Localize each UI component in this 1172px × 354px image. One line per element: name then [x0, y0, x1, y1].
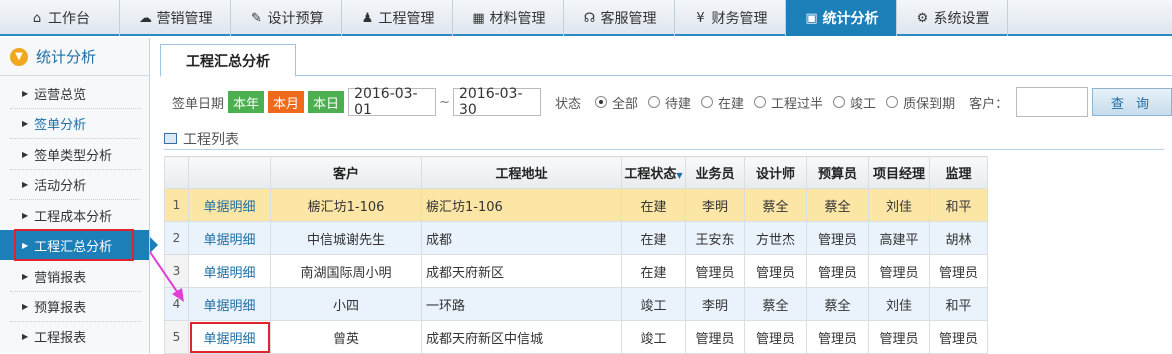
col-header-customer: 客户: [270, 156, 422, 189]
nav-finance[interactable]: ¥ 财务管理: [675, 0, 786, 36]
detail-link[interactable]: 单据明细: [188, 287, 271, 321]
tab-project-summary[interactable]: 工程汇总分析: [160, 44, 296, 77]
users-icon: ♟: [361, 10, 374, 26]
col-header-index: [164, 156, 189, 189]
status-label: 状态: [554, 96, 581, 112]
caret-right-icon: ▶: [22, 210, 29, 220]
detail-link[interactable]: 单据明细: [188, 221, 271, 255]
sidebar-item-project-report[interactable]: ▶ 工程报表: [0, 321, 149, 351]
nav-service[interactable]: ☊ 客服管理: [564, 0, 675, 36]
headset-icon: ☊: [583, 10, 596, 26]
gear-icon: ⚙: [916, 10, 929, 26]
col-header-action: [188, 156, 271, 189]
status-radio-completed[interactable]: [833, 96, 846, 108]
sidebar-item-marketing-report[interactable]: ▶ 营销报表: [0, 261, 149, 291]
col-header-salesman: 业务员: [685, 156, 745, 189]
status-radio-building[interactable]: [701, 96, 714, 108]
nav-material[interactable]: ▦ 材料管理: [453, 0, 564, 36]
annotation-arrow-icon: [149, 251, 184, 302]
status-radio-all[interactable]: [594, 96, 607, 108]
caret-right-icon: ▶: [22, 149, 29, 159]
nav-project[interactable]: ♟ 工程管理: [342, 0, 453, 36]
caret-right-icon: ▶: [22, 118, 29, 128]
sidebar-item-cost[interactable]: ▶ 工程成本分析: [0, 200, 149, 230]
grid-icon: ▦: [472, 10, 485, 26]
sidebar-item-activity[interactable]: ▶ 活动分析: [0, 169, 149, 199]
this-year-button[interactable]: 本年: [228, 91, 265, 113]
caret-right-icon: ▶: [22, 88, 29, 98]
table-row[interactable]: 1 单据明细 椖汇坊1-106 椖汇坊1-106 在建 李明 蔡全 蔡全 刘佳 …: [164, 188, 988, 222]
sidebar-item-overview[interactable]: ▶ 运营总览: [0, 78, 149, 108]
sort-down-icon: ▼: [676, 171, 683, 180]
detail-link[interactable]: 单据明细: [188, 188, 271, 222]
status-radio-half[interactable]: [754, 96, 767, 108]
caret-right-icon: ▶: [22, 331, 29, 341]
col-header-supervisor: 监理: [929, 156, 988, 189]
caret-right-icon: ▶: [22, 301, 29, 311]
nav-design-budget[interactable]: ✎ 设计预算: [231, 0, 342, 36]
section-header: 工程列表: [164, 128, 1164, 150]
table-row[interactable]: 2 单据明细 中信城谢先生 成都 在建 王安东 方世杰 管理员 高建平 胡林: [164, 221, 988, 255]
sign-date-label: 签单日期: [172, 96, 225, 112]
date-from-input[interactable]: 2016-03-01: [348, 86, 437, 118]
today-button[interactable]: 本日: [308, 91, 345, 113]
nav-statistics[interactable]: ▣ 统计分析: [786, 0, 897, 36]
detail-link[interactable]: 单据明细: [188, 254, 271, 288]
yen-icon: ¥: [696, 10, 705, 26]
chevron-down-icon: ▼: [10, 47, 28, 66]
highlight-box-sidebar: [14, 229, 134, 261]
table-header-row: 客户 工程地址 工程状态▼ 业务员 设计师 预算员 项目经理 监理: [164, 156, 988, 189]
query-button[interactable]: 查 询: [1092, 88, 1172, 116]
status-radio-warranty[interactable]: [886, 96, 899, 108]
nav-workbench[interactable]: ⌂ 工作台: [0, 0, 120, 36]
project-table: 客户 工程地址 工程状态▼ 业务员 设计师 预算员 项目经理 监理 1 单据明细…: [164, 156, 988, 354]
filter-bar: 签单日期 本年 本月 本日 2016-03-01 ~ 2016-03-30 状态…: [172, 86, 1089, 118]
chat-icon: ☁: [139, 10, 152, 26]
home-icon: ⌂: [32, 10, 42, 26]
status-radio-pending[interactable]: [648, 96, 660, 108]
sidebar-item-sign-type[interactable]: ▶ 签单类型分析: [0, 139, 149, 169]
this-month-button[interactable]: 本月: [268, 91, 305, 113]
col-header-status[interactable]: 工程状态▼: [621, 156, 686, 189]
table-row[interactable]: 3 单据明细 南湖国际周小明 成都天府新区 在建 管理员 管理员 管理员 管理员…: [164, 254, 988, 288]
customer-label: 客户：: [969, 96, 1009, 112]
highlight-box-detail: [190, 322, 270, 353]
date-to-input[interactable]: 2016-03-30: [452, 86, 541, 118]
sidebar-header[interactable]: ▼ 统计分析: [0, 38, 149, 76]
caret-right-icon: ▶: [22, 271, 29, 281]
col-header-designer: 设计师: [744, 156, 807, 189]
edit-icon: ✎: [251, 10, 262, 26]
col-header-budgeter: 预算员: [806, 156, 869, 189]
customer-input[interactable]: [1016, 87, 1089, 117]
sidebar-item-budget-report[interactable]: ▶ 预算报表: [0, 291, 149, 321]
table-row[interactable]: 4 单据明细 小四 一环路 竣工 李明 蔡全 蔡全 刘佳 和平: [164, 287, 988, 321]
sidebar: ▼ 统计分析 ▶ 运营总览 ▶ 签单分析 ▶ 签单类型分析 ▶ 活动分析 ▶ 工程成本分析…: [0, 38, 158, 353]
chart-icon: ▣: [805, 10, 818, 26]
nav-settings[interactable]: ⚙ 系统设置: [897, 0, 1008, 36]
window-icon: [164, 133, 177, 144]
nav-marketing[interactable]: ☁ 营销管理: [120, 0, 231, 36]
date-separator: ~: [439, 94, 450, 110]
top-nav: ⌂ 工作台 ☁ 营销管理 ✎ 设计预算 ♟ 工程管理 ▦ 材料管理 ☊ 客服管理 ¥ 财务管理…: [0, 0, 1172, 36]
table-row[interactable]: 5 单据明细 曾英 成都天府新区中信城 竣工 管理员 管理员 管理员 管理员 管…: [164, 320, 988, 354]
col-header-pm: 项目经理: [868, 156, 930, 189]
col-header-address: 工程地址: [421, 156, 622, 189]
caret-right-icon: ▶: [22, 179, 29, 189]
sidebar-item-sign-analysis[interactable]: ▶ 签单分析: [0, 108, 149, 138]
tab-bar: 工程汇总分析: [160, 44, 1172, 77]
